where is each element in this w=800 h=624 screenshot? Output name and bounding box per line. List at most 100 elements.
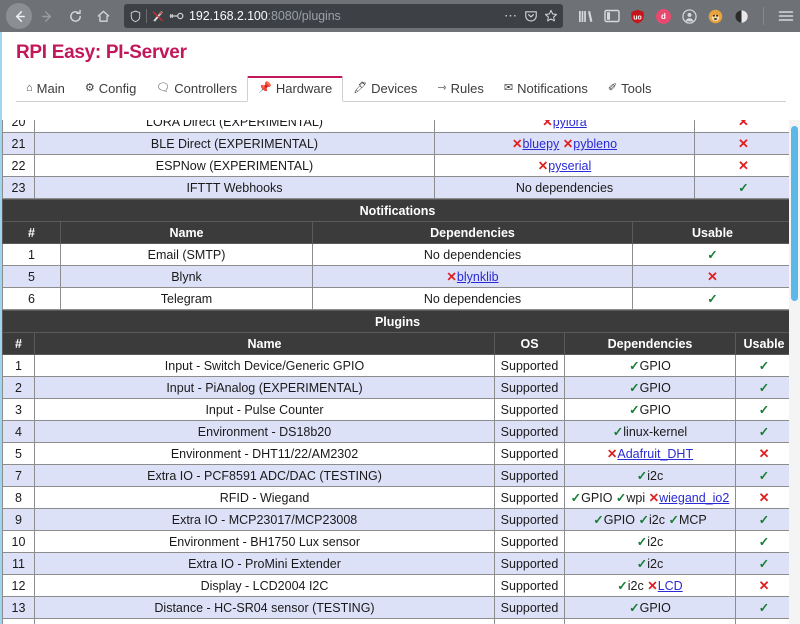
- table-row: 5 Environment - DHT11/22/AM2302 Supported ✕…: [2, 442, 794, 465]
- dependency-label[interactable]: bluepy: [522, 137, 559, 151]
- library-icon[interactable]: [577, 8, 594, 25]
- row-name-cell: Display - LCD2004 I2C: [34, 574, 495, 597]
- notifications-table: Notifications # Name Dependencies Usable 1E…: [2, 199, 794, 310]
- dependency-item[interactable]: ✕pyserial: [538, 159, 592, 173]
- reload-button[interactable]: [62, 3, 88, 29]
- identity-box[interactable]: [129, 9, 184, 23]
- cross-icon: ✕: [542, 120, 553, 129]
- dark-reader-icon[interactable]: [733, 8, 750, 25]
- permissions-icon[interactable]: [169, 10, 184, 22]
- plugins-section-title-row: Plugins: [2, 310, 794, 333]
- shield-icon[interactable]: [129, 10, 142, 23]
- table-row: 23 IFTTT Webhooks No dependencies ✓: [2, 176, 793, 199]
- dependency-item[interactable]: ✕Adafruit_DHT: [607, 447, 693, 461]
- tab-devices[interactable]: 🖊 Devices: [343, 78, 427, 101]
- tampermonkey-icon[interactable]: [707, 8, 724, 25]
- hamburger-menu-icon[interactable]: [777, 8, 794, 25]
- row-name-cell: Extra IO - PCF8591 ADC/DAC (TESTING): [34, 464, 495, 487]
- browser-toolbar: 192.168.2.100:8080/plugins ⋯ uo d: [0, 0, 800, 32]
- check-icon: ✓: [612, 425, 624, 439]
- tab-main[interactable]: ⌂ Main: [16, 78, 75, 101]
- row-os-cell: Supported: [494, 420, 565, 443]
- pocket-icon[interactable]: [524, 9, 538, 23]
- row-dependencies-cell: No dependencies: [312, 287, 633, 310]
- row-dependencies-cell: ✓GPIO: [564, 354, 736, 377]
- tab-config[interactable]: ⚙ Config: [75, 78, 146, 101]
- row-name-cell: IFTTT Webhooks: [34, 176, 435, 199]
- plugins-table: Plugins # Name OS Dependencies Usable 1 Input…: [2, 310, 794, 624]
- table-row: 1 Input - Switch Device/Generic GPIO Suppo…: [2, 354, 794, 377]
- dependency-item[interactable]: ✕bluepy: [512, 137, 559, 151]
- dependency-label[interactable]: blynklib: [457, 270, 499, 284]
- check-icon: ✓: [629, 359, 640, 373]
- row-dependencies-cell: ✓i2c: [564, 530, 736, 553]
- row-index-cell: 6: [2, 287, 61, 310]
- usable-cell: ✕: [631, 265, 794, 288]
- envelope-icon: ✉: [503, 82, 514, 94]
- dependency-item[interactable]: ✕blynklib: [446, 270, 498, 284]
- tab-hardware[interactable]: 📌 Hardware: [247, 76, 344, 102]
- tab-rules[interactable]: ⇾ Rules: [427, 78, 493, 101]
- table-row: 2 Input - PiAnalog (EXPERIMENTAL) Supporte…: [2, 376, 794, 399]
- dependency-item: ✓GPIO: [629, 601, 671, 615]
- tracking-protection-icon[interactable]: [151, 9, 165, 23]
- tables-scroll-region[interactable]: 20 LORA Direct (EXPERIMENTAL) ✕pylora ✕ 21 BL…: [2, 120, 800, 624]
- dependency-label[interactable]: pybleno: [573, 137, 617, 151]
- dependency-item[interactable]: ✕pylora: [542, 120, 587, 129]
- tab-label: Notifications: [517, 81, 588, 96]
- tab-label: Devices: [371, 81, 418, 96]
- dependency-item[interactable]: ✕wiegand_io2: [649, 491, 730, 505]
- address-bar[interactable]: 192.168.2.100:8080/plugins ⋯: [124, 4, 563, 28]
- check-icon: ✓: [629, 381, 640, 395]
- back-button[interactable]: [6, 3, 32, 29]
- table-row: 7 Extra IO - PCF8591 ADC/DAC (TESTING) Sup…: [2, 464, 794, 487]
- dependency-label[interactable]: LCD: [658, 579, 683, 593]
- dependency-label[interactable]: Adafruit_DHT: [617, 447, 693, 461]
- home-button[interactable]: [90, 3, 116, 29]
- scrollbar-thumb[interactable]: [791, 126, 798, 301]
- sidebar-icon[interactable]: [603, 8, 620, 25]
- page-title: RPI Easy: PI-Server: [16, 42, 187, 63]
- cross-icon: ✕: [738, 157, 749, 173]
- dependency-item: ✓GPIO: [629, 403, 671, 417]
- hardware-table: 20 LORA Direct (EXPERIMENTAL) ✕pylora ✕ 21 BL…: [2, 120, 793, 199]
- check-icon: ✓: [758, 425, 770, 439]
- notifications-section-title: Notifications: [2, 199, 794, 222]
- dependency-item[interactable]: ✕pybleno: [563, 137, 617, 151]
- dependency-item: ✓wpi: [616, 491, 645, 505]
- dependency-label: GPIO: [603, 513, 636, 527]
- plugins-section-title: Plugins: [2, 310, 794, 333]
- dependency-label[interactable]: wiegand_io2: [659, 491, 729, 505]
- dependency-label[interactable]: pyserial: [548, 159, 591, 173]
- toolbar-divider: [763, 7, 764, 25]
- usable-cell: ✓: [734, 376, 794, 399]
- cross-icon: ✕: [606, 447, 618, 461]
- ellipsis-icon[interactable]: ⋯: [504, 9, 518, 22]
- tab-notifications[interactable]: ✉ Notifications: [494, 78, 598, 101]
- dependency-label[interactable]: pylora: [553, 120, 587, 129]
- usable-cell: ✕: [694, 154, 793, 177]
- check-icon: ✓: [758, 535, 770, 549]
- tab-controllers[interactable]: 🗨 Controllers: [146, 78, 247, 101]
- plug-icon: 🖊: [353, 82, 368, 94]
- row-index-cell: 21: [2, 132, 35, 155]
- tab-tools[interactable]: ✐ Tools: [598, 78, 662, 101]
- decentraleyes-icon[interactable]: d: [655, 8, 672, 25]
- forward-button[interactable]: [34, 3, 60, 29]
- cross-icon: ✕: [758, 489, 770, 505]
- dependency-item[interactable]: ✕LCD: [647, 579, 683, 593]
- url-text[interactable]: 192.168.2.100:8080/plugins: [189, 4, 499, 28]
- cross-icon: ✕: [648, 491, 660, 505]
- table-row: 21 BLE Direct (EXPERIMENTAL) ✕bluepy ✕pybl…: [2, 132, 793, 155]
- row-index-cell: 9: [2, 508, 35, 531]
- page-header: RPI Easy: PI-Server ⌂ Main ⚙ Config 🗨 Control…: [2, 32, 800, 102]
- row-name-cell: ESPNow (EXPERIMENTAL): [34, 154, 435, 177]
- account-icon[interactable]: [681, 8, 698, 25]
- dependency-item: ✓i2c: [637, 557, 663, 571]
- usable-cell: ✓: [694, 176, 793, 199]
- row-os-cell: Supported: [494, 574, 565, 597]
- star-icon[interactable]: [544, 9, 558, 23]
- dependency-label: GPIO: [639, 601, 671, 615]
- row-index-cell: 1: [2, 243, 61, 266]
- ublock-origin-icon[interactable]: uo: [629, 8, 646, 25]
